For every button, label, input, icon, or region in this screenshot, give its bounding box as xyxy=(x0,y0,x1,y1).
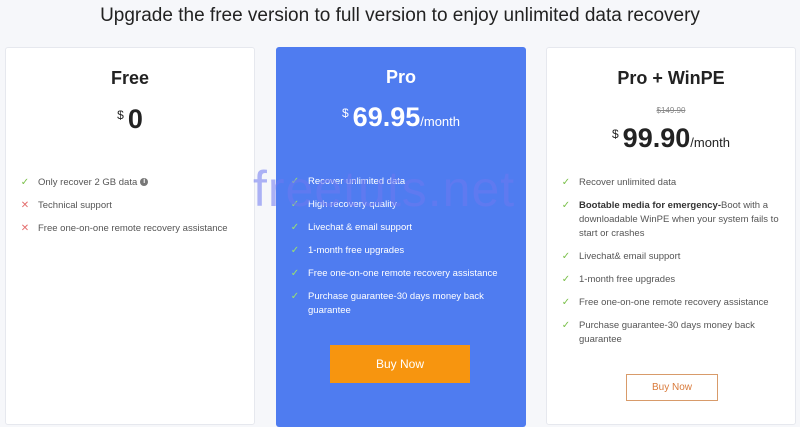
check-icon: ✓ xyxy=(561,320,571,331)
feature-item: ✓ Livechat & email support xyxy=(290,221,516,235)
currency-symbol: $ xyxy=(611,127,619,141)
cross-icon: ✕ xyxy=(20,223,30,234)
check-icon: ✓ xyxy=(290,222,300,233)
old-price: $149.90 xyxy=(656,106,686,115)
price-amount: 69.95 xyxy=(352,102,421,132)
feature-item: ✓ Bootable media for emergency-Boot with … xyxy=(561,199,785,241)
feature-text: High recovery quality xyxy=(308,199,397,210)
check-icon: ✓ xyxy=(561,274,571,285)
feature-text: Purchase guarantee-30 days money back gu… xyxy=(308,291,484,316)
check-icon: ✓ xyxy=(561,251,571,262)
plan-card-pro: Pro $69.95/month ✓ Recover unlimited data… xyxy=(276,47,526,427)
check-icon: ✓ xyxy=(290,176,300,187)
feature-text: Free one-on-one remote recovery assistan… xyxy=(38,223,228,234)
plan-title: Free xyxy=(110,68,150,88)
check-icon: ✓ xyxy=(290,199,300,210)
feature-text: Recover unlimited data xyxy=(308,176,406,187)
buy-now-button-winpe[interactable]: Buy Now xyxy=(626,374,718,401)
feature-bold-text: Bootable media for emergency- xyxy=(579,200,722,211)
feature-list: ✓ Recover unlimited data ✓ High recovery q… xyxy=(290,175,516,327)
feature-item: ✓ Free one-on-one remote recovery assista… xyxy=(290,267,516,281)
feature-text: Free one-on-one remote recovery assistan… xyxy=(579,297,769,308)
feature-list: ✓ Only recover 2 GB data i ✕ Technical su… xyxy=(20,176,244,245)
plan-price: $99.90/month xyxy=(547,123,795,154)
check-icon: ✓ xyxy=(561,200,571,211)
feature-text: 1-month free upgrades xyxy=(579,274,676,285)
check-icon: ✓ xyxy=(561,177,571,188)
buy-now-button-pro[interactable]: Buy Now xyxy=(330,345,470,383)
plan-card-winpe: Pro + WinPE $149.90 $99.90/month ✓ Recove… xyxy=(546,47,796,425)
feature-text: Livechat & email support xyxy=(308,222,413,233)
plan-card-free: Free $0 ✓ Only recover 2 GB data i ✕ Tech… xyxy=(5,47,255,425)
feature-text: Only recover 2 GB data xyxy=(38,177,138,188)
plan-price: $69.95/month xyxy=(276,102,526,133)
plan-title: Pro + WinPE xyxy=(617,68,725,88)
check-icon: ✓ xyxy=(290,268,300,279)
feature-text: Purchase guarantee-30 days money back gu… xyxy=(579,320,755,345)
feature-item: ✓ High recovery quality xyxy=(290,198,516,212)
currency-symbol: $ xyxy=(117,108,124,122)
feature-text: Technical support xyxy=(38,200,112,211)
plan-title: Pro xyxy=(385,67,416,87)
feature-item: ✓ 1-month free upgrades xyxy=(561,273,785,287)
check-icon: ✓ xyxy=(561,297,571,308)
feature-text: Recover unlimited data xyxy=(579,177,677,188)
info-icon[interactable]: i xyxy=(140,178,149,187)
page-headline: Upgrade the free version to full version… xyxy=(100,5,700,26)
price-period: /month xyxy=(690,135,730,150)
plan-price: $0 xyxy=(6,104,254,135)
price-amount: 0 xyxy=(127,104,143,134)
feature-item: ✓ Free one-on-one remote recovery assista… xyxy=(561,296,785,310)
check-icon: ✓ xyxy=(290,245,300,256)
price-period: /month xyxy=(420,114,460,129)
feature-item: ✕ Technical support xyxy=(20,199,244,213)
price-amount: 99.90 xyxy=(622,123,691,153)
feature-list: ✓ Recover unlimited data ✓ Bootable media … xyxy=(561,176,785,356)
feature-item: ✓ Purchase guarantee-30 days money back g… xyxy=(561,319,785,347)
feature-text: Livechat& email support xyxy=(579,251,681,262)
feature-text: 1-month free upgrades xyxy=(308,245,405,256)
feature-item: ✓ Only recover 2 GB data i xyxy=(20,176,244,190)
cross-icon: ✕ xyxy=(20,200,30,211)
feature-item: ✓ Purchase guarantee-30 days money back g… xyxy=(290,290,516,318)
check-icon: ✓ xyxy=(290,291,300,302)
feature-item: ✓ Recover unlimited data xyxy=(561,176,785,190)
feature-text: Free one-on-one remote recovery assistan… xyxy=(308,268,498,279)
check-icon: ✓ xyxy=(20,177,30,188)
feature-item: ✓ Recover unlimited data xyxy=(290,175,516,189)
feature-item: ✕ Free one-on-one remote recovery assist… xyxy=(20,222,244,236)
currency-symbol: $ xyxy=(341,106,349,120)
feature-item: ✓ Livechat& email support xyxy=(561,250,785,264)
feature-item: ✓ 1-month free upgrades xyxy=(290,244,516,258)
